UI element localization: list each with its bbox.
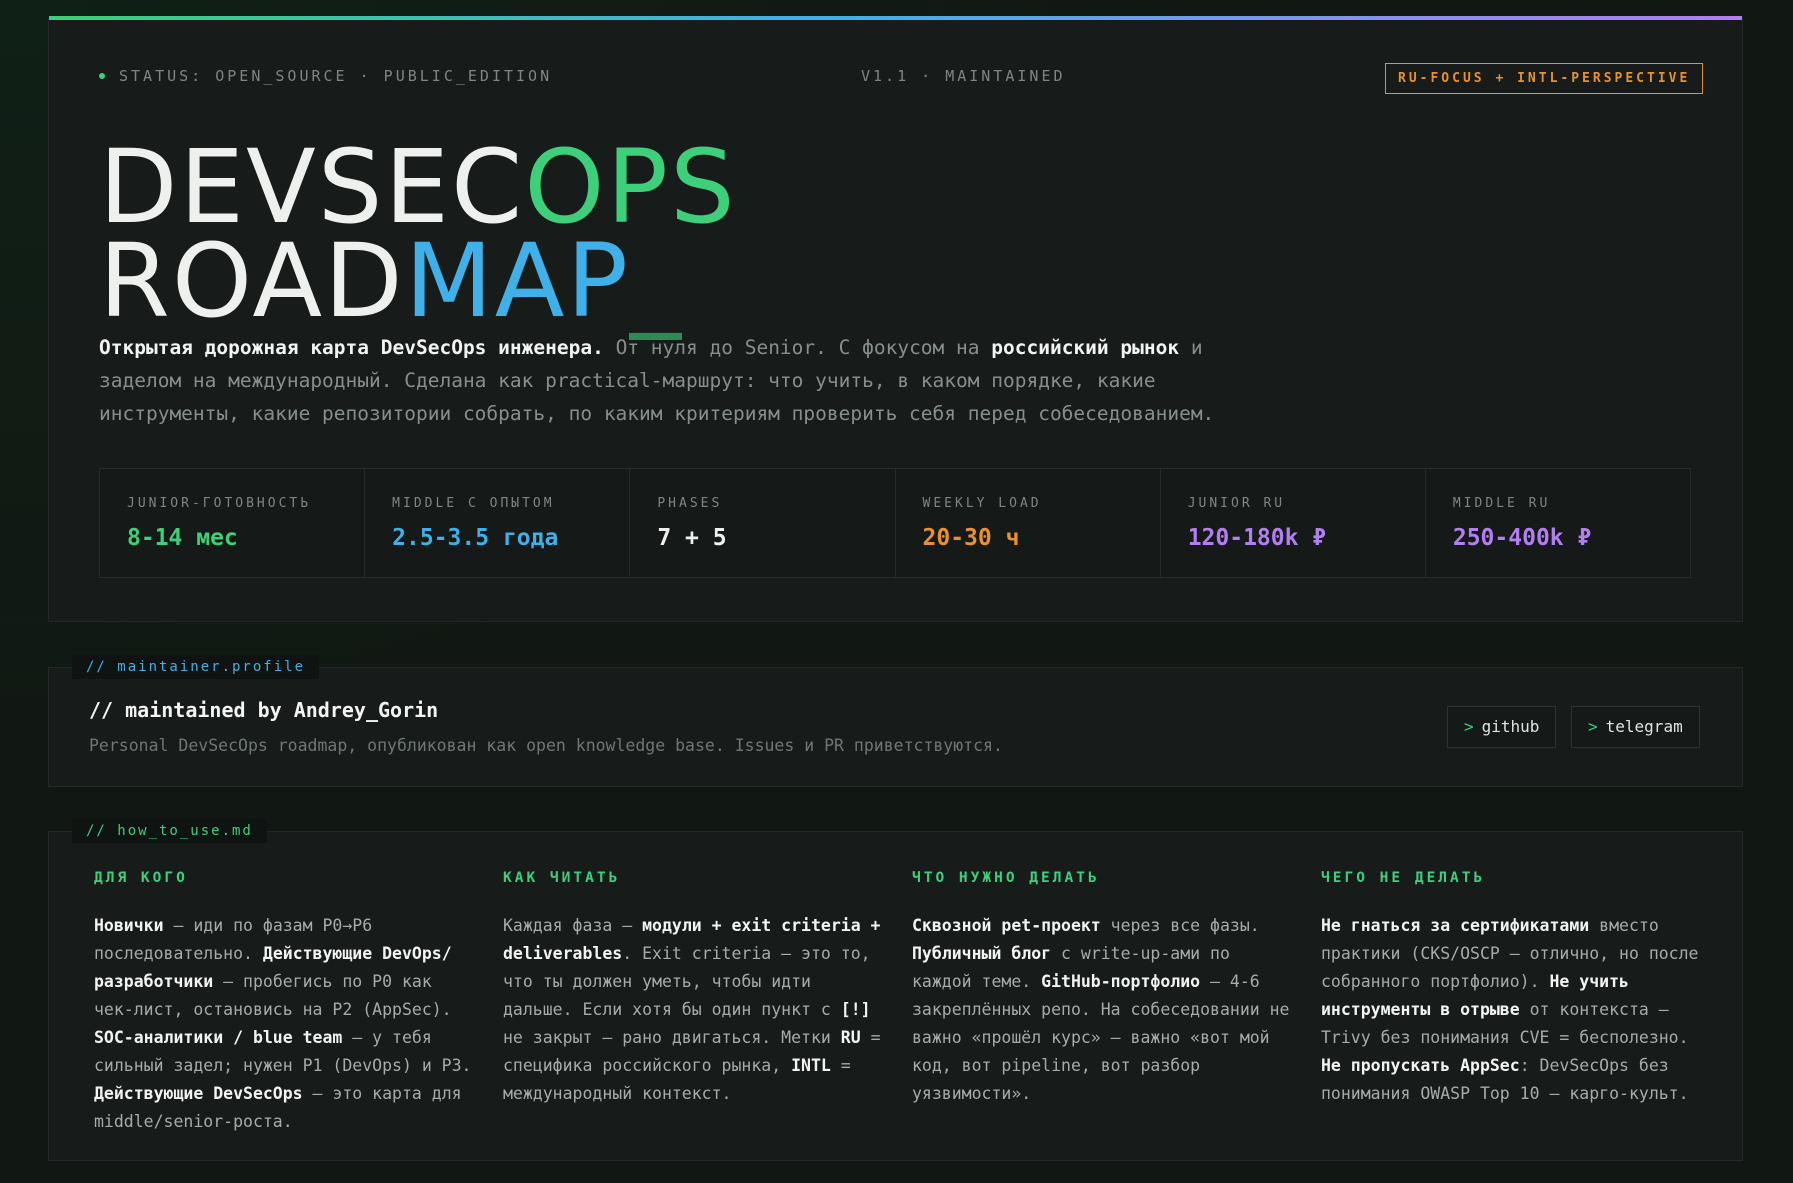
column-strong-text: RU — [840, 1028, 861, 1047]
column-body: Новички — иди по фазам P0→P6 последовате… — [94, 912, 479, 1136]
column-strong-text: SOC-аналитики / blue team — [94, 1028, 343, 1047]
column-what-to-do: ЧТО НУЖНО ДЕЛАТЬ Сквозной pet-проект чер… — [912, 870, 1297, 1108]
stat-label: MIDDLE С ОПЫТОМ — [392, 496, 555, 511]
github-link-button[interactable]: > github — [1447, 706, 1557, 748]
link-label: github — [1481, 717, 1540, 736]
hero-section: STATUS: OPEN_SOURCE · PUBLIC_EDITION V1.… — [48, 16, 1743, 622]
profile-description: Personal DevSecOps roadmap, опубликован … — [89, 736, 1003, 755]
column-how-to-read: КАК ЧИТАТЬ Каждая фаза — модули + exit c… — [503, 870, 888, 1108]
howto-section-tag: // how_to_use.md — [72, 819, 267, 843]
column-heading: ЧТО НУЖНО ДЕЛАТЬ — [912, 870, 1100, 886]
stat-junior-readiness: JUNIOR-ГОТОВНОСТЬ 8-14 мес — [100, 469, 366, 577]
stat-label: JUNIOR RU — [1187, 496, 1286, 511]
desc-strong-2: российский рынок — [991, 336, 1180, 359]
stat-middle-ru: MIDDLE RU 250-400k ₽ — [1425, 469, 1691, 577]
column-strong-text: [!] — [840, 1000, 871, 1019]
stats-grid: JUNIOR-ГОТОВНОСТЬ 8-14 мес MIDDLE С ОПЫТ… — [99, 468, 1691, 578]
column-strong-text: Новички — [94, 916, 164, 935]
title-word-map: MAP — [404, 222, 630, 341]
title-cursor: _ — [629, 222, 683, 341]
column-text: — 4-6 закреплённых репо. На собеседовани… — [912, 972, 1290, 1103]
gradient-accent-bar — [49, 16, 1742, 20]
stat-weekly-load: WEEKLY LOAD 20-30 ч — [895, 469, 1161, 577]
column-strong-text: Публичный блог — [912, 944, 1052, 963]
stat-middle-experience: MIDDLE С ОПЫТОМ 2.5-3.5 года — [365, 469, 631, 577]
version-text: V1.1 · MAINTAINED — [861, 67, 1066, 85]
maintainer-profile-section: // maintained by Andrey_Gorin Personal D… — [48, 667, 1743, 787]
column-strong-text: Не гнаться за сертификатами — [1321, 916, 1590, 935]
stat-label: PHASES — [657, 496, 723, 511]
column-heading: ЧЕГО НЕ ДЕЛАТЬ — [1321, 870, 1486, 886]
column-body: Не гнаться за сертификатами вместо практ… — [1321, 912, 1706, 1108]
title-word-road: ROAD — [99, 222, 405, 341]
column-who-for: ДЛЯ КОГО Новички — иди по фазам P0→P6 по… — [94, 870, 479, 1136]
column-what-not-to-do: ЧЕГО НЕ ДЕЛАТЬ Не гнаться за сертификата… — [1321, 870, 1706, 1108]
desc-strong-1: Открытая дорожная карта DevSecOps инжене… — [99, 336, 604, 359]
profile-title: // maintained by Andrey_Gorin — [89, 698, 439, 722]
column-text: Каждая фаза — — [503, 916, 643, 935]
stat-junior-ru: JUNIOR RU 120-180k ₽ — [1160, 469, 1426, 577]
stat-label: MIDDLE RU — [1452, 496, 1551, 511]
stat-phases: PHASES 7 + 5 — [630, 469, 896, 577]
column-body: Сквозной pet-проект через все фазы. Публ… — [912, 912, 1297, 1108]
prompt-icon: > — [1464, 717, 1474, 736]
column-heading: КАК ЧИТАТЬ — [503, 870, 621, 886]
profile-section-tag: // maintainer.profile — [72, 655, 320, 679]
stat-value: 8-14 мес — [127, 525, 238, 551]
status-dot-icon — [99, 73, 105, 79]
status-text: STATUS: OPEN_SOURCE · PUBLIC_EDITION — [119, 67, 553, 85]
stat-value: 250-400k ₽ — [1452, 525, 1592, 551]
stat-value: 7 + 5 — [657, 525, 727, 551]
prompt-icon: > — [1588, 717, 1598, 736]
column-strong-text: INTL — [791, 1056, 831, 1075]
stat-value: 120-180k ₽ — [1187, 525, 1327, 551]
stat-value: 20-30 ч — [922, 525, 1020, 551]
column-strong-text: Сквозной pet-проект — [912, 916, 1101, 935]
telegram-link-button[interactable]: > telegram — [1571, 706, 1700, 748]
stat-label: WEEKLY LOAD — [922, 496, 1042, 511]
stat-label: JUNIOR-ГОТОВНОСТЬ — [127, 496, 312, 511]
focus-badge: RU-FOCUS + INTL-PERSPECTIVE — [1385, 63, 1704, 94]
column-strong-text: Действующие DevSecOps — [94, 1084, 303, 1103]
link-label: telegram — [1605, 717, 1683, 736]
stat-value: 2.5-3.5 года — [392, 525, 559, 551]
column-text: через все фазы. — [1100, 916, 1260, 935]
desc-text-1: От нуля до Senior. С фокусом на — [603, 336, 992, 359]
column-text: не закрыт — рано двигаться. Метки — [503, 1028, 841, 1047]
column-body: Каждая фаза — модули + exit criteria + d… — [503, 912, 888, 1108]
status-line: STATUS: OPEN_SOURCE · PUBLIC_EDITION — [99, 67, 552, 85]
column-strong-text: Не пропускать AppSec — [1321, 1056, 1520, 1075]
hero-description: Открытая дорожная карта DevSecOps инжене… — [99, 331, 1249, 430]
how-to-use-section: ДЛЯ КОГО Новички — иди по фазам P0→P6 по… — [48, 831, 1743, 1161]
page-title-line-2: ROADMAP_ — [99, 231, 683, 333]
column-heading: ДЛЯ КОГО — [94, 870, 188, 886]
column-strong-text: GitHub-портфолио — [1041, 972, 1201, 991]
